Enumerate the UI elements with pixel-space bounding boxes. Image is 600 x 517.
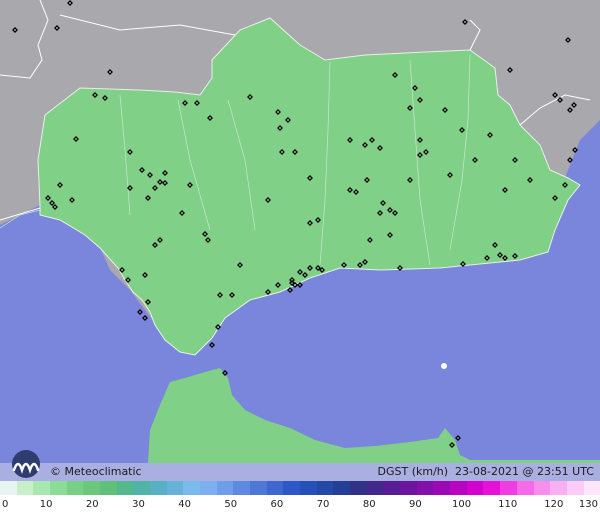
legend-swatch	[200, 481, 217, 495]
legend-swatch	[450, 481, 467, 495]
legend-swatch	[316, 481, 334, 495]
legend-swatch	[33, 481, 51, 495]
legend-swatch	[533, 481, 551, 495]
legend-swatch	[550, 481, 567, 495]
island-marker	[441, 363, 447, 369]
wind-gust-map	[0, 0, 600, 517]
legend-tick-label: 20	[85, 499, 99, 510]
legend-tick-label: 30	[132, 499, 145, 510]
legend-tick-label: 90	[409, 499, 422, 510]
legend-swatch	[50, 481, 67, 495]
legend-tick-label: 40	[178, 499, 191, 510]
legend-tick-label: 60	[270, 499, 284, 510]
legend-swatch	[483, 481, 501, 495]
legend-swatch	[516, 481, 534, 495]
legend-swatch	[433, 481, 451, 495]
variable-name: DGST	[377, 465, 409, 478]
legend-swatch	[583, 481, 600, 495]
legend-tick-label: 0	[2, 499, 9, 510]
legend-swatches	[0, 481, 600, 495]
color-legend: 0 10 20 30 40 50 60 70 80 90 100 110 120 130	[0, 481, 600, 517]
legend-swatch	[16, 481, 34, 495]
legend-swatch	[416, 481, 434, 495]
legend-swatch	[400, 481, 417, 495]
legend-swatch	[300, 481, 317, 495]
legend-tick-label: 70	[316, 499, 330, 510]
legend-swatch	[150, 481, 167, 495]
credit-text: © Meteoclimatic	[50, 465, 142, 478]
legend-swatch	[566, 481, 584, 495]
legend-swatch	[500, 481, 517, 495]
legend-swatch	[250, 481, 267, 495]
legend-swatch	[333, 481, 351, 495]
legend-swatch	[166, 481, 184, 495]
legend-tick-label: 50	[224, 499, 238, 510]
legend-swatch	[383, 481, 401, 495]
map-date: 23-08-2021	[455, 465, 519, 478]
legend-tick-label: 130	[578, 499, 598, 510]
legend-swatch	[66, 481, 84, 495]
legend-swatch	[366, 481, 384, 495]
legend-swatch	[83, 481, 101, 495]
legend-swatch	[133, 481, 151, 495]
legend-tick-label: 120	[544, 499, 564, 510]
legend-tick-label: 100	[451, 499, 472, 510]
meteoclimatic-logo-icon	[12, 450, 40, 478]
legend-tick-label: 80	[362, 499, 376, 510]
legend-swatch	[0, 481, 17, 495]
legend-swatch	[466, 481, 484, 495]
map-time: 23:51 UTC	[536, 465, 594, 478]
legend-swatch	[350, 481, 367, 495]
legend-tick-label: 110	[498, 499, 518, 510]
time-separator: @	[522, 465, 534, 478]
legend-swatch	[216, 481, 234, 495]
variable-unit: (km/h)	[411, 465, 449, 478]
legend-swatch	[233, 481, 251, 495]
legend-swatch	[183, 481, 201, 495]
legend-ticks: 0 10 20 30 40 50 60 70 80 90 100 110 120 130	[0, 495, 600, 517]
legend-swatch	[100, 481, 117, 495]
legend-tick-label: 10	[39, 499, 53, 510]
map-caption: DGST (km/h) 23-08-2021 @ 23:51 UTC	[377, 465, 594, 478]
legend-swatch	[116, 481, 134, 495]
legend-swatch	[283, 481, 301, 495]
legend-swatch	[266, 481, 284, 495]
